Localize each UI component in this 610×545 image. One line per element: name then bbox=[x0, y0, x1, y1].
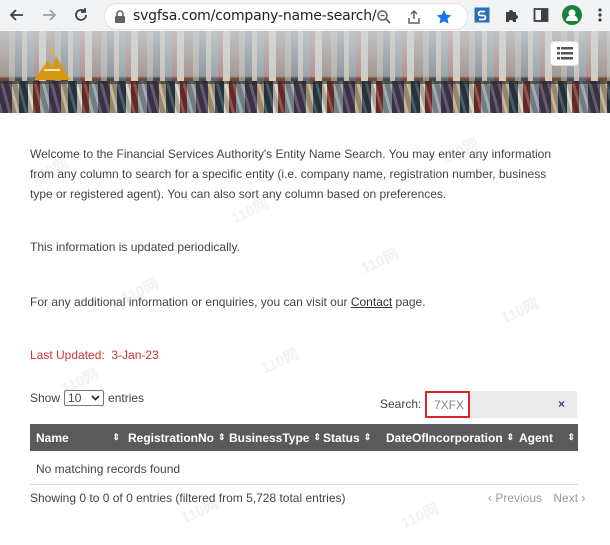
column-label: DateOfIncorporation bbox=[386, 430, 503, 445]
side-panel-icon[interactable] bbox=[531, 5, 551, 25]
column-label: Agent bbox=[519, 430, 553, 445]
browser-toolbar: svgfsa.com/company-name-search/ bbox=[0, 0, 610, 32]
site-logo[interactable] bbox=[30, 42, 74, 82]
column-label: RegistrationNo bbox=[128, 430, 215, 445]
column-label: BusinessType bbox=[229, 430, 310, 445]
previous-label: Previous bbox=[495, 491, 543, 505]
zoom-icon[interactable] bbox=[375, 8, 393, 26]
profile-icon[interactable] bbox=[562, 5, 582, 25]
contact-paragraph: For any additional information or enquir… bbox=[30, 292, 570, 312]
sort-icon: ⇕ bbox=[218, 432, 226, 442]
pagination: ‹ Previous Next › bbox=[480, 491, 585, 505]
more-vert-icon[interactable] bbox=[590, 5, 610, 25]
column-header-name[interactable]: Name ⇕ bbox=[36, 424, 120, 451]
watermark: 110网 bbox=[398, 500, 442, 533]
search-input[interactable]: 7XFX × bbox=[425, 391, 577, 418]
show-label: Show bbox=[30, 391, 61, 405]
back-arrow-icon[interactable] bbox=[6, 4, 28, 26]
contact-suffix: page. bbox=[392, 295, 426, 309]
sort-icon: ⇕ bbox=[363, 432, 372, 442]
contact-link[interactable]: Contact bbox=[351, 295, 392, 309]
extension-s-icon[interactable] bbox=[472, 5, 492, 25]
search-label: Search: bbox=[380, 397, 422, 411]
next-button[interactable]: Next › bbox=[553, 491, 585, 505]
column-label: Status bbox=[323, 430, 360, 445]
chevron-down-icon bbox=[91, 395, 100, 401]
lock-icon[interactable] bbox=[111, 8, 129, 26]
previous-button[interactable]: ‹ Previous bbox=[488, 491, 542, 505]
hamburger-menu-icon[interactable] bbox=[551, 42, 578, 65]
sort-icon: ⇕ bbox=[567, 432, 575, 442]
entries-length-control: Show 10 entries bbox=[30, 390, 144, 406]
column-header-dateofincorporation[interactable]: DateOfIncorporation ⇕ bbox=[386, 424, 514, 451]
entries-select-value: 10 bbox=[68, 391, 82, 405]
column-header-businesstype[interactable]: BusinessType ⇕ bbox=[229, 424, 321, 451]
bookmark-star-icon[interactable] bbox=[435, 8, 453, 26]
puzzle-icon[interactable] bbox=[502, 5, 522, 25]
site-header-banner bbox=[0, 31, 610, 113]
column-header-status[interactable]: Status ⇕ bbox=[323, 424, 380, 451]
last-updated-date: 3-Jan-23 bbox=[111, 348, 159, 362]
table-bottom-rule bbox=[30, 484, 578, 485]
contact-prefix: For any additional information or enquir… bbox=[30, 295, 351, 309]
banner-divider bbox=[0, 81, 610, 84]
share-icon[interactable] bbox=[405, 8, 423, 26]
table-info: Showing 0 to 0 of 0 entries (filtered fr… bbox=[30, 491, 346, 505]
column-label: Name bbox=[36, 430, 69, 445]
next-label: Next bbox=[553, 491, 579, 505]
sort-icon: ⇕ bbox=[313, 432, 322, 442]
clear-search-icon[interactable]: × bbox=[558, 397, 565, 411]
search-input-value[interactable]: 7XFX bbox=[425, 391, 470, 418]
column-header-registrationno[interactable]: RegistrationNo ⇕ bbox=[128, 424, 226, 451]
column-header-agent[interactable]: Agent ⇕ bbox=[519, 424, 575, 451]
banner-cityscape-strip bbox=[0, 81, 610, 113]
watermark: 110网 bbox=[258, 345, 302, 378]
sort-icon: ⇕ bbox=[506, 432, 515, 442]
reload-icon[interactable] bbox=[70, 4, 92, 26]
sort-icon: ⇕ bbox=[112, 432, 120, 442]
entries-select[interactable]: 10 bbox=[64, 390, 105, 406]
update-note: This information is updated periodically… bbox=[30, 240, 240, 254]
empty-table-message: No matching records found bbox=[36, 462, 181, 476]
last-updated-label: Last Updated: bbox=[30, 348, 105, 362]
forward-arrow-icon[interactable] bbox=[38, 4, 60, 26]
last-updated: Last Updated: 3-Jan-23 bbox=[30, 348, 159, 362]
intro-paragraph: Welcome to the Financial Services Author… bbox=[30, 147, 551, 201]
table-header: Name ⇕ RegistrationNo ⇕ BusinessType ⇕ S… bbox=[30, 424, 578, 451]
url-text[interactable]: svgfsa.com/company-name-search/ bbox=[133, 8, 377, 24]
entries-label: entries bbox=[108, 391, 145, 405]
address-bar[interactable]: svgfsa.com/company-name-search/ bbox=[104, 3, 468, 30]
